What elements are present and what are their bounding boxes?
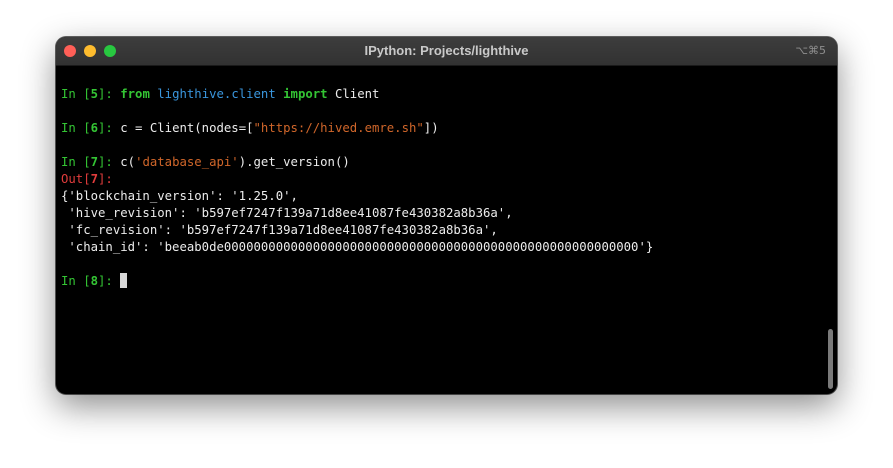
input-line-8[interactable]: In [8]: (61, 273, 128, 289)
out-prompt-suffix: ]: (98, 172, 113, 186)
output-prompt-7: Out[7]: (61, 171, 113, 187)
code-text: ).get_version() (238, 155, 350, 169)
import-name: Client (334, 87, 380, 101)
terminal-window: IPython: Projects/lighthive ⌥⌘5 In [5]: … (56, 37, 837, 394)
prompt-number: 6 (90, 121, 99, 135)
in-prompt: In [ (61, 155, 91, 169)
in-prompt: In [ (61, 87, 91, 101)
terminal-content[interactable]: In [5]: from lighthive.client import Cli… (61, 65, 823, 394)
input-line-5: In [5]: from lighthive.client import Cli… (61, 86, 379, 102)
string-literal: 'database_api' (135, 155, 239, 169)
code-text: c = Client(nodes=[ (120, 121, 254, 135)
keyboard-shortcut-label: ⌥⌘5 (795, 44, 826, 57)
in-prompt: In [ (61, 274, 91, 288)
output-line: 'hive_revision': 'b597ef7247f139a71d8ee4… (61, 206, 513, 220)
keyword-from: from (120, 87, 150, 101)
title-bar[interactable]: IPython: Projects/lighthive ⌥⌘5 (56, 37, 837, 66)
in-prompt-suffix: ]: (98, 121, 121, 135)
output-line: 'chain_id': 'beeab0de0000000000000000000… (61, 240, 654, 254)
window-title: IPython: Projects/lighthive (364, 43, 529, 58)
keyword-import: import (283, 87, 328, 101)
out-number: 7 (90, 172, 99, 186)
code-text: ]) (423, 121, 439, 135)
input-line-7: In [7]: c('database_api').get_version() (61, 154, 350, 170)
in-prompt-suffix: ]: (98, 155, 121, 169)
module-name: lighthive.client (157, 87, 276, 101)
output-line: {'blockchain_version': '1.25.0', (61, 189, 298, 203)
input-line-6: In [6]: c = Client(nodes=["https://hived… (61, 120, 439, 136)
output-line: 'fc_revision': 'b597ef7247f139a71d8ee410… (61, 223, 498, 237)
string-literal: "https://hived.emre.sh" (253, 121, 424, 135)
out-prompt: Out[ (61, 172, 91, 186)
in-prompt-suffix: ]: (98, 274, 121, 288)
in-prompt: In [ (61, 121, 91, 135)
code-text: c( (120, 155, 136, 169)
prompt-number: 8 (90, 274, 99, 288)
text-cursor (120, 273, 128, 288)
prompt-number: 5 (90, 87, 99, 101)
prompt-number: 7 (90, 155, 99, 169)
vertical-scrollbar[interactable] (828, 329, 833, 389)
in-prompt-suffix: ]: (98, 87, 121, 101)
